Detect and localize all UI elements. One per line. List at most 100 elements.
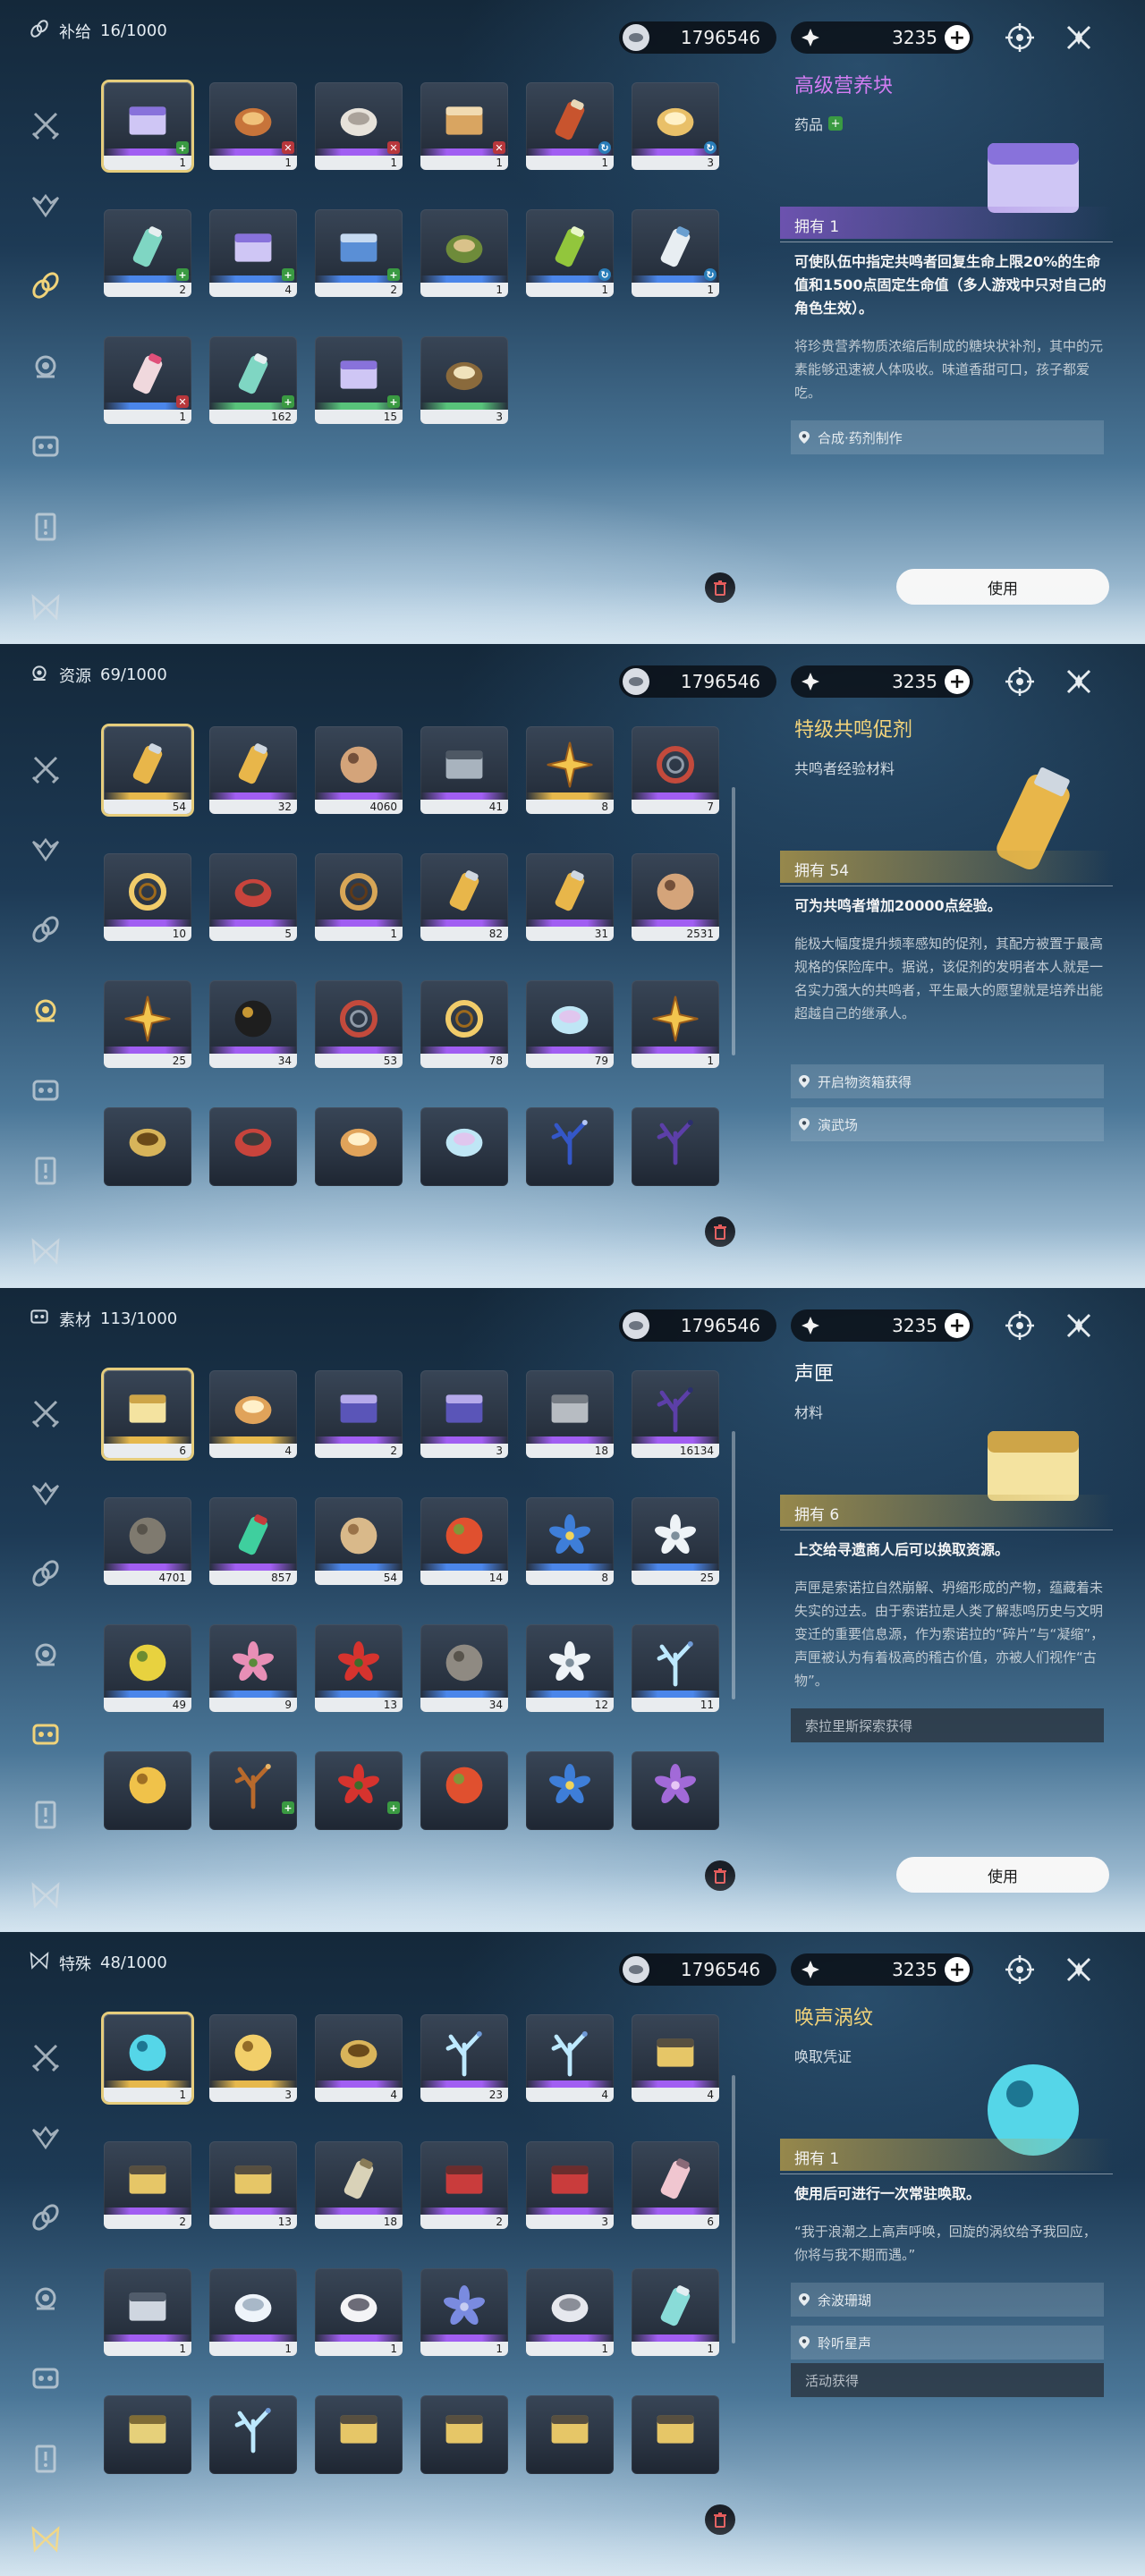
- item-slot[interactable]: [104, 1751, 191, 1830]
- crossed-swords-icon[interactable]: [23, 2016, 68, 2097]
- item-slot[interactable]: 2 +: [315, 209, 403, 297]
- item-slot[interactable]: 1 ↻: [632, 209, 719, 297]
- item-slot[interactable]: 49: [104, 1624, 191, 1712]
- item-slot[interactable]: 4060: [315, 726, 403, 814]
- item-slot[interactable]: +: [315, 1751, 403, 1830]
- item-slot[interactable]: 54: [315, 1497, 403, 1585]
- item-slot[interactable]: 9: [209, 1624, 297, 1712]
- item-slot[interactable]: [420, 1107, 508, 1186]
- echo-mask-icon[interactable]: [23, 1453, 68, 1533]
- item-slot[interactable]: 4: [209, 1370, 297, 1458]
- item-slot[interactable]: 3: [420, 1370, 508, 1458]
- item-slot[interactable]: [315, 1107, 403, 1186]
- material-box-icon[interactable]: [23, 406, 68, 487]
- item-slot[interactable]: 3: [420, 336, 508, 424]
- supply-chain-icon[interactable]: [23, 889, 68, 970]
- item-slot[interactable]: [104, 1107, 191, 1186]
- use-button[interactable]: 使用: [896, 1857, 1109, 1893]
- item-slot[interactable]: 18: [315, 2141, 403, 2229]
- item-slot[interactable]: 1: [315, 853, 403, 941]
- discard-button[interactable]: [705, 572, 735, 603]
- item-slot[interactable]: 79: [526, 980, 614, 1068]
- close-icon[interactable]: [1063, 665, 1095, 698]
- item-slot[interactable]: [632, 1751, 719, 1830]
- document-alert-icon[interactable]: [23, 487, 68, 567]
- item-slot[interactable]: 1: [526, 2268, 614, 2356]
- source-entry[interactable]: 余波珊瑚: [791, 2283, 1104, 2317]
- item-slot[interactable]: 18: [526, 1370, 614, 1458]
- item-slot[interactable]: 10: [104, 853, 191, 941]
- item-slot[interactable]: 1: [104, 2268, 191, 2356]
- item-slot[interactable]: 13: [209, 2141, 297, 2229]
- item-slot[interactable]: 5: [209, 853, 297, 941]
- item-slot[interactable]: [632, 2395, 719, 2474]
- item-slot[interactable]: 1: [209, 2268, 297, 2356]
- target-icon[interactable]: [1004, 21, 1036, 54]
- source-entry[interactable]: 演武场: [791, 1107, 1104, 1141]
- item-slot[interactable]: 32: [209, 726, 297, 814]
- item-slot[interactable]: 1: [420, 209, 508, 297]
- special-butterfly-icon[interactable]: [23, 1855, 68, 1932]
- item-slot[interactable]: [420, 1751, 508, 1830]
- item-slot[interactable]: 1 ↻: [526, 82, 614, 170]
- item-slot[interactable]: 1: [420, 2268, 508, 2356]
- material-box-icon[interactable]: [23, 2338, 68, 2419]
- item-slot[interactable]: 4: [315, 2014, 403, 2102]
- item-slot[interactable]: 15 +: [315, 336, 403, 424]
- item-slot[interactable]: 4 +: [209, 209, 297, 297]
- grid-scrollbar[interactable]: [732, 2075, 735, 2343]
- item-slot[interactable]: 3: [526, 2141, 614, 2229]
- material-box-icon[interactable]: [23, 1050, 68, 1131]
- item-slot[interactable]: 4: [526, 2014, 614, 2102]
- item-slot[interactable]: [526, 1107, 614, 1186]
- item-slot[interactable]: 1 ✕: [315, 82, 403, 170]
- item-slot[interactable]: 2531: [632, 853, 719, 941]
- source-entry[interactable]: 合成·药剂制作: [791, 420, 1104, 454]
- add-astrite-button[interactable]: +: [945, 1313, 970, 1338]
- crossed-swords-icon[interactable]: [23, 84, 68, 165]
- document-alert-icon[interactable]: [23, 1131, 68, 1211]
- source-entry[interactable]: 聆听星声: [791, 2326, 1104, 2360]
- item-slot[interactable]: 16134: [632, 1370, 719, 1458]
- resource-gear-icon[interactable]: [23, 1614, 68, 1694]
- item-slot[interactable]: 3: [209, 2014, 297, 2102]
- item-slot[interactable]: 4701: [104, 1497, 191, 1585]
- crossed-swords-icon[interactable]: [23, 1372, 68, 1453]
- item-slot[interactable]: [420, 2395, 508, 2474]
- discard-button[interactable]: [705, 2504, 735, 2535]
- item-slot[interactable]: 54: [104, 726, 191, 814]
- item-slot[interactable]: 1: [632, 2268, 719, 2356]
- item-slot[interactable]: 1: [632, 980, 719, 1068]
- item-slot[interactable]: +: [209, 1751, 297, 1830]
- item-slot[interactable]: 14: [420, 1497, 508, 1585]
- close-icon[interactable]: [1063, 21, 1095, 54]
- item-slot[interactable]: 41: [420, 726, 508, 814]
- item-slot[interactable]: 2: [315, 1370, 403, 1458]
- source-entry[interactable]: 开启物资箱获得: [791, 1064, 1104, 1098]
- item-slot[interactable]: 1 ↻: [526, 209, 614, 297]
- discard-button[interactable]: [705, 1216, 735, 1247]
- resource-gear-icon[interactable]: [23, 970, 68, 1050]
- item-slot[interactable]: [526, 1751, 614, 1830]
- item-slot[interactable]: 8: [526, 726, 614, 814]
- item-slot[interactable]: 4: [632, 2014, 719, 2102]
- item-slot[interactable]: 1 ✕: [420, 82, 508, 170]
- item-slot[interactable]: [526, 2395, 614, 2474]
- target-icon[interactable]: [1004, 665, 1036, 698]
- item-slot[interactable]: 25: [632, 1497, 719, 1585]
- item-slot[interactable]: 1 ✕: [104, 336, 191, 424]
- add-astrite-button[interactable]: +: [945, 1957, 970, 1982]
- target-icon[interactable]: [1004, 1309, 1036, 1342]
- echo-mask-icon[interactable]: [23, 2097, 68, 2177]
- add-astrite-button[interactable]: +: [945, 25, 970, 50]
- discard-button[interactable]: [705, 1860, 735, 1891]
- supply-chain-icon[interactable]: [23, 245, 68, 326]
- item-slot[interactable]: 1 +: [104, 82, 191, 170]
- item-slot[interactable]: 11: [632, 1624, 719, 1712]
- item-slot[interactable]: 6: [104, 1370, 191, 1458]
- special-butterfly-icon[interactable]: [23, 2499, 68, 2576]
- add-astrite-button[interactable]: +: [945, 669, 970, 694]
- item-slot[interactable]: 8: [526, 1497, 614, 1585]
- crossed-swords-icon[interactable]: [23, 728, 68, 809]
- item-slot[interactable]: 34: [420, 1624, 508, 1712]
